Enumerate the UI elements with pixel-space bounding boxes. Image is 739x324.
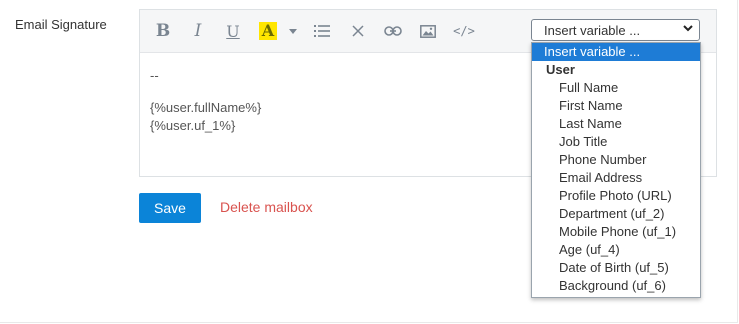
dropdown-option[interactable]: Job Title [532,133,700,151]
save-button[interactable]: Save [139,193,201,223]
list-icon [314,25,330,37]
dropdown-option[interactable]: Date of Birth (uf_5) [532,259,700,277]
delete-mailbox-link[interactable]: Delete mailbox [220,199,313,215]
code-view-button[interactable]: </> [451,20,477,42]
dropdown-option[interactable]: Age (uf_4) [532,241,700,259]
link-icon [384,26,402,36]
dropdown-group-user: User [546,62,575,77]
dropdown-option[interactable]: Background (uf_6) [532,277,700,295]
close-icon [352,25,364,37]
color-dropdown-caret[interactable] [286,20,300,42]
insert-link-button[interactable] [382,20,404,42]
underline-button[interactable]: U [222,20,244,42]
dropdown-option[interactable]: Profile Photo (URL) [532,187,700,205]
insert-variable-dropdown: Insert variable ... User Full Name First… [531,42,701,298]
dropdown-option[interactable]: First Name [532,97,700,115]
dropdown-option[interactable]: Phone Number [532,151,700,169]
dropdown-option-selected[interactable]: Insert variable ... [532,43,700,61]
dropdown-option[interactable]: Last Name [532,115,700,133]
bullet-list-button[interactable] [311,20,333,42]
italic-button[interactable]: I [187,20,209,42]
bold-button[interactable]: B [152,20,174,42]
clear-format-button[interactable] [347,20,369,42]
text-color-icon: A [258,22,278,40]
dropdown-option[interactable]: Mobile Phone (uf_1) [532,223,700,241]
email-signature-label: Email Signature [15,17,107,32]
caret-down-icon [289,28,297,34]
dropdown-option[interactable]: Full Name [532,79,700,97]
chevron-down-icon [683,25,693,32]
image-icon [420,24,436,38]
dropdown-option[interactable]: Email Address [532,169,700,187]
insert-image-button[interactable] [417,20,439,42]
text-color-button[interactable]: A [257,20,279,42]
insert-variable-select[interactable]: Insert variable ... [531,19,700,41]
insert-variable-value: Insert variable ... [544,23,641,38]
dropdown-option[interactable]: Department (uf_2) [532,205,700,223]
